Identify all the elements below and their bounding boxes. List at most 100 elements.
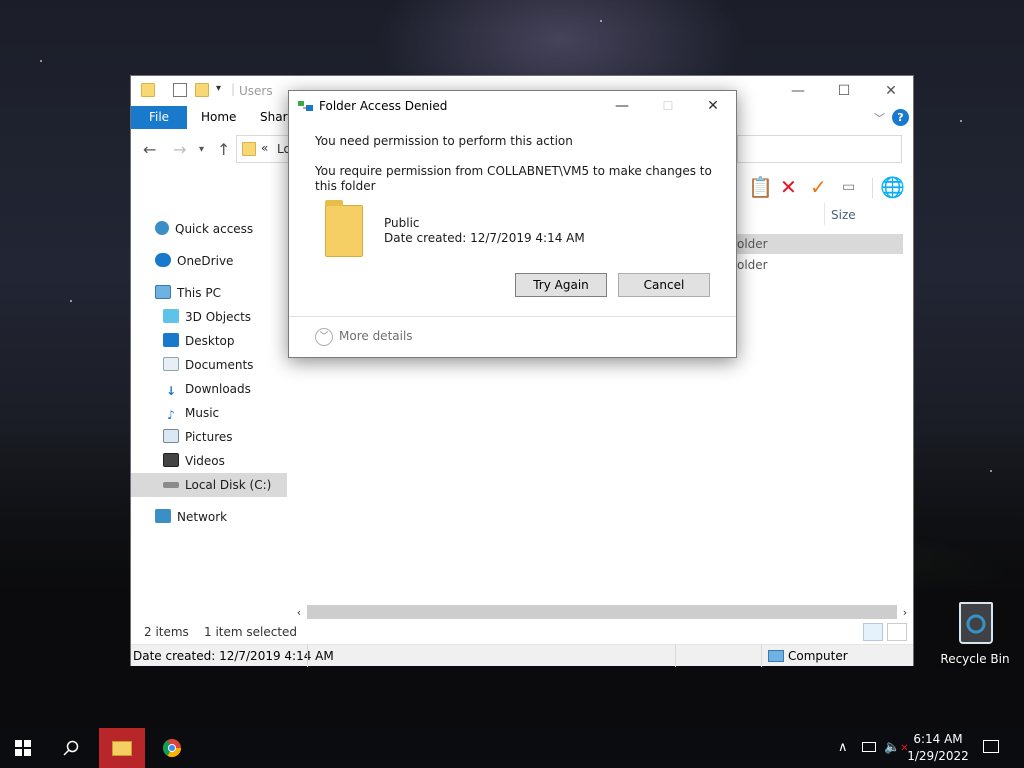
breadcrumb-overflow-icon[interactable]: « (261, 141, 268, 155)
volume-tray-icon[interactable]: 🔈✕ (884, 728, 909, 768)
computer-icon (155, 285, 171, 299)
nav-item-label: Local Disk (C:) (185, 478, 272, 492)
selection-count: 1 item selected (204, 625, 298, 639)
customize-quick-access-icon[interactable]: ▾ (216, 83, 221, 94)
clock-date: 1/29/2022 (907, 749, 969, 763)
nav-item-documents[interactable]: Documents (163, 353, 253, 377)
explorer-title: Users (239, 84, 273, 98)
recycle-bin-label: Recycle Bin (940, 652, 1010, 666)
new-folder-icon[interactable] (195, 83, 209, 97)
nav-item-pictures[interactable]: Pictures (163, 425, 233, 449)
close-button[interactable]: ✕ (868, 76, 914, 106)
network-icon (862, 742, 876, 752)
notification-icon (983, 740, 999, 753)
up-arrow-icon[interactable]: ↑ (217, 140, 230, 159)
document-icon (163, 357, 179, 371)
rename-icon[interactable]: ▭ (842, 176, 855, 198)
back-arrow-icon[interactable]: ← (143, 140, 156, 159)
dialog-item-date: Date created: 12/7/2019 4:14 AM (384, 231, 585, 245)
taskbar-file-explorer[interactable] (99, 728, 145, 768)
nav-item-local-disk[interactable]: Local Disk (C:) (131, 473, 287, 497)
nav-item-onedrive[interactable]: OneDrive (155, 249, 233, 273)
film-icon (163, 453, 179, 467)
details-separator (761, 645, 762, 667)
scrollbar-thumb[interactable] (307, 605, 897, 619)
nav-item-music[interactable]: ♪ Music (163, 401, 219, 425)
show-hidden-icons[interactable]: ∧ (838, 728, 848, 768)
cloud-icon (155, 253, 171, 267)
nav-item-label: Network (177, 510, 228, 524)
large-icons-view-icon[interactable] (887, 623, 907, 641)
more-details-toggle[interactable]: More details (339, 329, 413, 343)
minimize-button[interactable]: — (775, 76, 821, 106)
clipboard-icon[interactable]: 📋 (748, 176, 773, 198)
delete-icon[interactable]: ✕ (780, 176, 797, 198)
star (600, 20, 602, 22)
search-button[interactable] (48, 728, 94, 768)
properties-icon[interactable] (173, 83, 187, 97)
folder-icon (141, 83, 155, 97)
shell-icon[interactable]: 🌐 (880, 176, 905, 198)
nav-item-3d-objects[interactable]: 3D Objects (163, 305, 251, 329)
nav-item-network[interactable]: Network (155, 505, 227, 529)
star (40, 60, 42, 62)
nav-item-label: Videos (185, 454, 225, 468)
network-tray-icon[interactable] (862, 728, 876, 768)
dialog-item-name: Public (384, 216, 420, 230)
folder-access-denied-dialog: Folder Access Denied — ☐ ✕ You need perm… (288, 90, 737, 358)
nav-item-downloads[interactable]: ↓ Downloads (163, 377, 251, 401)
file-row[interactable]: older (737, 255, 903, 275)
music-note-icon: ♪ (167, 408, 175, 422)
nav-item-label: 3D Objects (185, 310, 252, 324)
recycle-bin-icon (959, 602, 993, 644)
scroll-left-icon[interactable]: ‹ (291, 604, 307, 621)
star (960, 120, 962, 122)
tab-file[interactable]: File (131, 106, 187, 129)
details-bar: Date created: 12/7/2019 4:14 AM Computer (131, 644, 913, 667)
help-icon[interactable]: ? (892, 109, 909, 126)
column-header-size[interactable]: Size (831, 208, 856, 222)
titlebar-separator: | (231, 82, 236, 96)
folder-icon (242, 142, 256, 156)
nav-item-label: Pictures (185, 430, 233, 444)
action-center-button[interactable] (983, 728, 999, 768)
chevron-down-icon[interactable]: ﹀ (315, 328, 333, 346)
scroll-right-icon[interactable]: › (897, 604, 913, 621)
network-icon (155, 509, 171, 523)
start-button[interactable] (0, 728, 46, 768)
horizontal-scrollbar[interactable]: ‹ › (291, 604, 913, 621)
file-row[interactable]: older (737, 234, 903, 254)
checkmark-icon[interactable]: ✓ (810, 176, 827, 198)
cancel-button[interactable]: Cancel (618, 273, 710, 297)
taskbar-chrome[interactable] (149, 728, 195, 768)
nav-item-quick-access[interactable]: Quick access (155, 217, 253, 241)
details-view-icon[interactable] (863, 623, 883, 641)
nav-item-this-pc[interactable]: This PC (155, 281, 221, 305)
forward-arrow-icon[interactable]: → (173, 140, 186, 159)
folder-icon (325, 200, 363, 257)
tab-home[interactable]: Home (201, 106, 236, 129)
nav-item-videos[interactable]: Videos (163, 449, 225, 473)
file-explorer-icon (112, 741, 132, 756)
dialog-footer: ﹀ More details (289, 316, 736, 359)
address-bar[interactable]: « Lo (236, 135, 296, 163)
nav-item-label: Desktop (185, 334, 235, 348)
nav-item-label: This PC (177, 286, 221, 300)
taskbar: ∧ 🔈✕ 6:14 AM 1/29/2022 (0, 728, 1024, 768)
nav-item-label: Documents (185, 358, 254, 372)
expand-ribbon-icon[interactable]: ﹀ (874, 110, 885, 126)
recent-locations-icon[interactable]: ▾ (199, 144, 204, 155)
dialog-minimize-button[interactable]: — (599, 91, 645, 121)
search-input[interactable] (737, 135, 902, 163)
clock-time: 6:14 AM (913, 732, 963, 746)
nav-item-label: OneDrive (177, 254, 234, 268)
dialog-close-button[interactable]: ✕ (690, 91, 736, 121)
recycle-bin-shortcut[interactable]: Recycle Bin (940, 600, 1010, 670)
try-again-button[interactable]: Try Again (515, 273, 607, 297)
nav-item-desktop[interactable]: Desktop (163, 329, 235, 353)
desktop-icon (163, 333, 179, 347)
dialog-heading: You need permission to perform this acti… (315, 134, 573, 148)
star (70, 300, 72, 302)
taskbar-clock[interactable]: 6:14 AM 1/29/2022 (906, 731, 970, 765)
maximize-button[interactable]: ☐ (821, 76, 867, 106)
